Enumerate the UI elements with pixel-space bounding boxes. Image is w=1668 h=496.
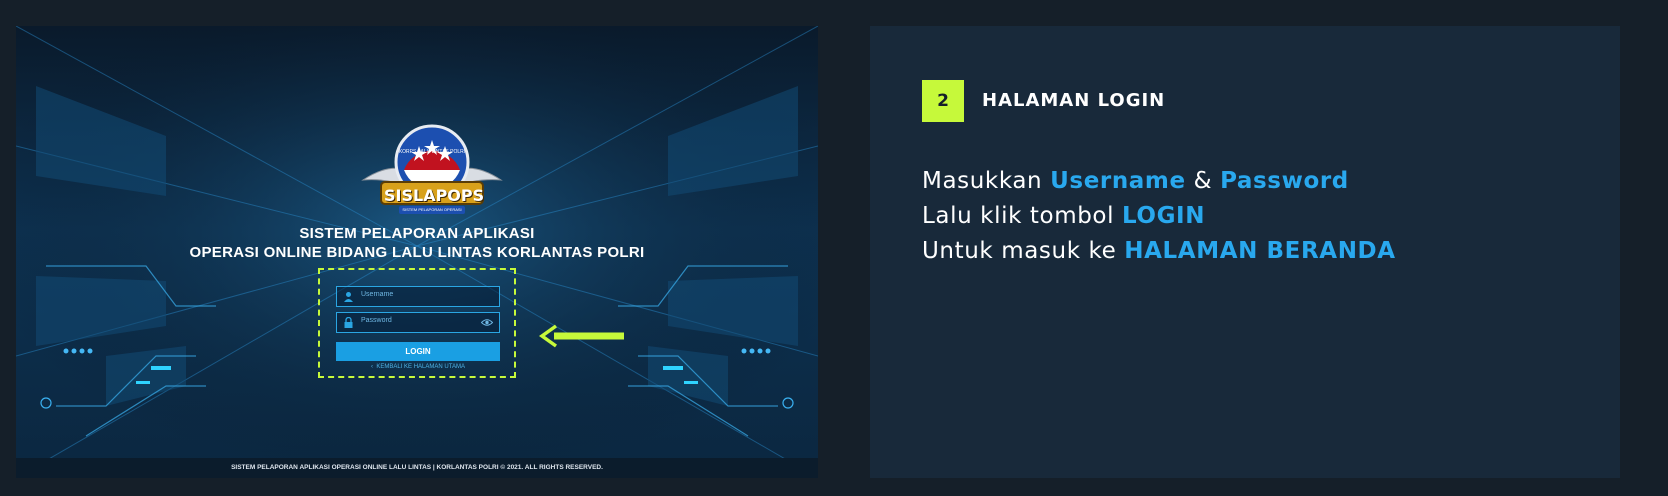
- highlight-beranda: HALAMAN BERANDA: [1124, 238, 1396, 264]
- login-screenshot: SISLAPOPS KORPS LALU LINTAS POLRI SISTEM…: [16, 26, 818, 478]
- password-placeholder: Password: [361, 317, 392, 324]
- app-title: SISTEM PELAPORAN APLIKASI OPERASI ONLINE…: [16, 224, 818, 262]
- instruction-line-3: Untuk masuk ke HALAMAN BERANDA: [922, 234, 1396, 269]
- back-link-label: KEMBALI KE HALAMAN UTAMA: [376, 364, 465, 370]
- login-button[interactable]: LOGIN: [336, 342, 500, 361]
- logo-wordmark: SISLAPOPS: [384, 186, 485, 205]
- app-title-line2: OPERASI ONLINE BIDANG LALU LINTAS KORLAN…: [189, 244, 645, 261]
- username-field[interactable]: Username: [336, 286, 500, 307]
- instruction-text-plain: Masukkan: [922, 168, 1051, 194]
- username-placeholder: Username: [361, 291, 394, 298]
- instruction-panel: 2 HALAMAN LOGIN Masukkan Username & Pass…: [870, 26, 1620, 478]
- instruction-line-2: Lalu klik tombol LOGIN: [922, 199, 1396, 234]
- instruction-line-1: Masukkan Username & Password: [922, 164, 1396, 199]
- eye-icon[interactable]: [481, 318, 493, 327]
- lock-icon: [344, 317, 353, 328]
- app-title-line1: SISTEM PELAPORAN APLIKASI: [299, 225, 535, 242]
- highlight-password: Password: [1220, 168, 1349, 194]
- password-field[interactable]: Password: [336, 312, 500, 333]
- logo-subtitle: SISTEM PELAPORAN OPERASI: [402, 207, 462, 212]
- step-title: HALAMAN LOGIN: [982, 90, 1166, 111]
- user-icon: [344, 292, 353, 302]
- step-number-badge: 2: [922, 80, 964, 122]
- instruction-text-plain: Untuk masuk ke: [922, 238, 1125, 264]
- highlight-login: LOGIN: [1121, 203, 1206, 229]
- logo-ring-text: KORPS LALU LINTAS POLRI: [398, 149, 466, 155]
- instruction-text-plain: &: [1185, 168, 1221, 194]
- screenshot-footer: SISTEM PELAPORAN APLIKASI OPERASI ONLINE…: [16, 458, 818, 478]
- arrow-left-icon: [538, 324, 624, 348]
- login-form-highlight: Username Password LOGIN ‹ KEMBALI KE HAL…: [318, 268, 516, 378]
- sislapops-logo: [361, 124, 503, 214]
- back-to-home-link[interactable]: ‹ KEMBALI KE HALAMAN UTAMA: [336, 364, 500, 370]
- highlight-username: Username: [1050, 168, 1186, 194]
- instruction-text: Masukkan Username & Password Lalu klik t…: [922, 164, 1396, 269]
- instruction-text-plain: Lalu klik tombol: [922, 203, 1122, 229]
